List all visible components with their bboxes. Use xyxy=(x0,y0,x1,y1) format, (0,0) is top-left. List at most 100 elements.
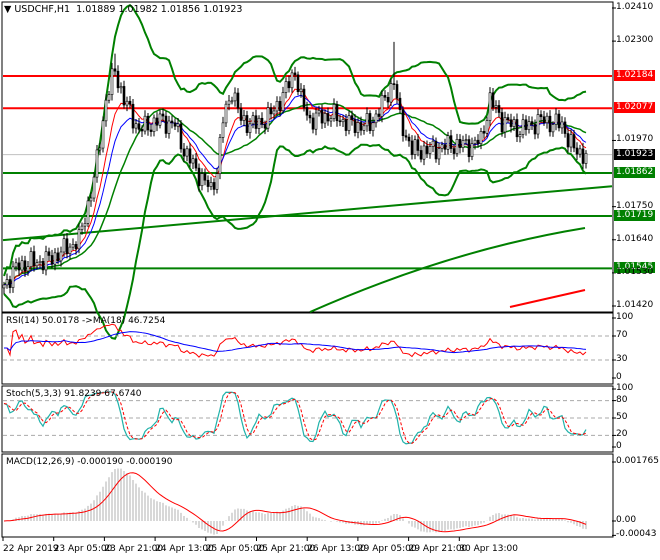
candle xyxy=(275,100,279,112)
candle xyxy=(506,117,510,121)
candle xyxy=(137,123,141,130)
candle xyxy=(179,123,183,150)
candle xyxy=(434,140,438,160)
open-price: 1.01889 xyxy=(76,4,116,15)
candle xyxy=(122,86,126,106)
candle xyxy=(332,104,336,119)
candle xyxy=(80,225,84,230)
macd-label: MACD(12,26,9) -0.000190 -0.000190 xyxy=(6,457,173,467)
candle xyxy=(251,115,255,125)
candle xyxy=(167,120,171,134)
candle xyxy=(584,152,588,164)
candle xyxy=(368,113,372,131)
candle xyxy=(260,117,264,125)
candle xyxy=(20,260,24,271)
candle xyxy=(149,129,153,132)
candle xyxy=(134,123,138,129)
macd-axis-label: 0.001765 xyxy=(616,456,659,466)
candle xyxy=(455,139,459,154)
candle xyxy=(2,284,6,289)
rsi-line xyxy=(4,323,587,358)
candle xyxy=(35,262,39,267)
candle xyxy=(38,260,42,263)
candle xyxy=(203,173,207,181)
current-price-tag: 1.01923 xyxy=(614,148,656,160)
candle xyxy=(266,107,270,129)
level-price-tag: 1.02077 xyxy=(614,102,656,114)
candle xyxy=(215,173,219,190)
candle xyxy=(440,144,444,149)
candle xyxy=(206,179,210,187)
candle xyxy=(374,113,378,124)
candle xyxy=(359,122,363,131)
candle xyxy=(254,115,258,129)
candle xyxy=(527,121,531,130)
price-axis-label: 1.02410 xyxy=(616,2,654,12)
candle xyxy=(578,148,582,155)
bollinger-upper xyxy=(3,4,587,277)
candle xyxy=(26,266,30,272)
candle xyxy=(218,137,222,175)
price-axis-label: 1.01420 xyxy=(616,300,654,310)
stoch-axis-label: 20 xyxy=(616,429,628,440)
candle xyxy=(5,279,9,286)
candle xyxy=(197,167,201,187)
price-axis-label: 1.01750 xyxy=(616,200,654,211)
time-axis-label: 30 Apr 13:00 xyxy=(459,544,518,554)
candle xyxy=(44,251,48,271)
candle xyxy=(494,105,498,108)
candle xyxy=(311,117,315,130)
candle xyxy=(233,92,237,102)
candle xyxy=(143,115,147,132)
candle xyxy=(14,262,18,268)
candle xyxy=(404,135,408,138)
candle xyxy=(77,229,81,250)
rsi-ma-line xyxy=(4,331,587,354)
candle xyxy=(41,260,45,271)
candle xyxy=(446,135,450,150)
candle xyxy=(572,134,576,149)
candle xyxy=(317,110,321,114)
candle xyxy=(263,124,267,129)
candle xyxy=(470,143,474,157)
candle xyxy=(479,131,483,144)
candle xyxy=(23,260,27,272)
candle xyxy=(305,107,309,116)
candle xyxy=(323,113,327,124)
candle xyxy=(62,238,66,253)
price-axis-label: 1.01530 xyxy=(616,266,654,277)
candle xyxy=(338,120,342,123)
candle xyxy=(146,115,150,131)
chart-window[interactable]: ▼ USDCHF,H1 1.01889 1.01982 1.01856 1.01… xyxy=(0,0,660,560)
candle xyxy=(302,88,306,108)
candle xyxy=(176,123,180,127)
candle xyxy=(47,251,51,256)
candle xyxy=(518,134,522,138)
close-price: 1.01923 xyxy=(203,4,243,15)
candle xyxy=(386,97,390,103)
candle xyxy=(449,135,453,149)
candle xyxy=(422,145,426,160)
candle xyxy=(59,251,63,262)
candle xyxy=(536,114,540,135)
candle xyxy=(107,94,111,101)
rsi-axis-label: 0 xyxy=(616,372,622,382)
macd-signal-line xyxy=(3,472,587,533)
candle xyxy=(32,251,36,267)
candle xyxy=(326,113,330,122)
candle xyxy=(308,114,312,119)
stoch-axis-label: 100 xyxy=(616,383,634,393)
candle xyxy=(272,110,276,115)
candle xyxy=(341,119,345,123)
macd-axis-label: -0.00043 xyxy=(616,529,657,540)
candle xyxy=(236,92,240,109)
dropdown-triangle-icon[interactable]: ▼ xyxy=(4,4,11,15)
high-price: 1.01982 xyxy=(118,4,158,15)
candle xyxy=(314,112,318,130)
candle xyxy=(17,262,21,271)
candle xyxy=(242,115,246,121)
candle xyxy=(191,158,195,164)
chart-canvas[interactable] xyxy=(0,0,660,560)
candle xyxy=(245,115,249,133)
candle xyxy=(383,95,387,98)
